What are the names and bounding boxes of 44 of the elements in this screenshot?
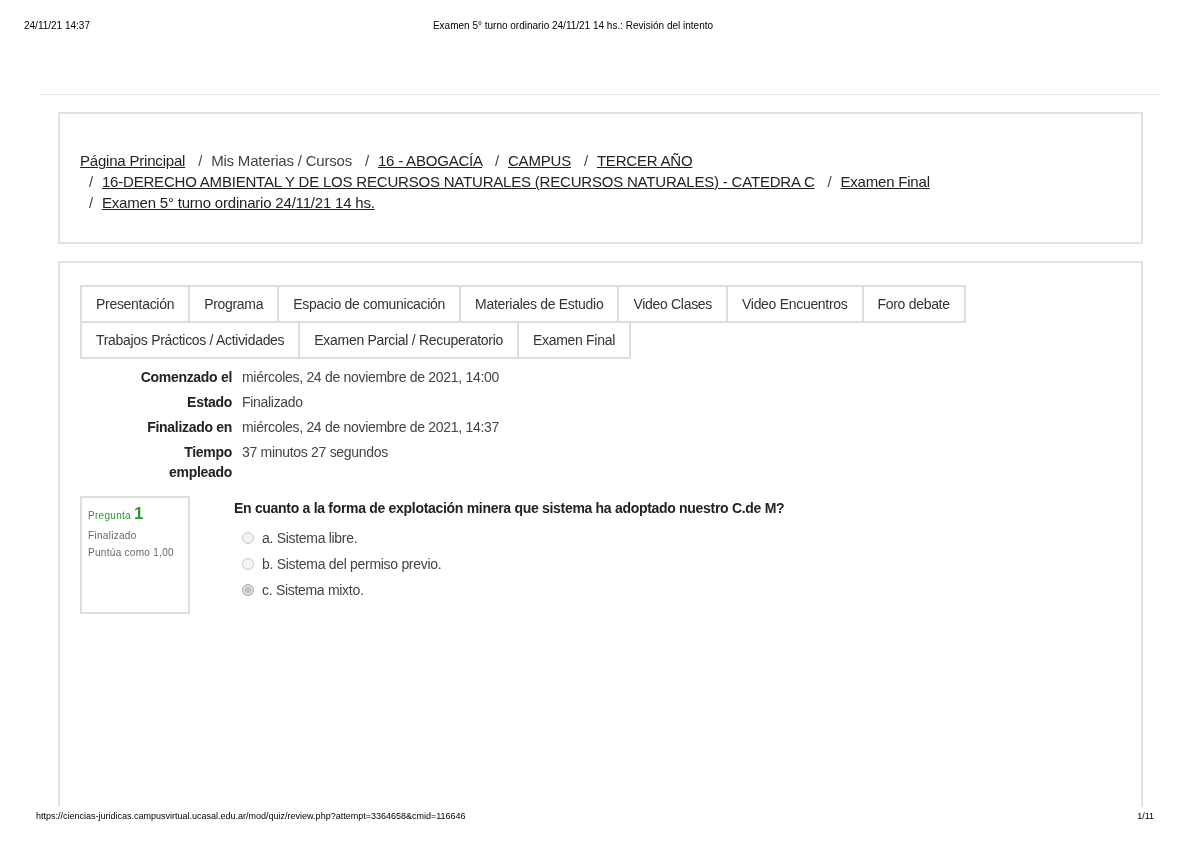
breadcrumb-separator: /	[364, 152, 369, 169]
answer-option: b. Sistema del permiso previo.	[262, 556, 442, 572]
summary-value: miércoles, 24 de noviembre de 2021, 14:00	[242, 368, 500, 387]
breadcrumb-link[interactable]: 16 - ABOGACÍA	[377, 152, 483, 169]
course-tab[interactable]: Video Clases	[617, 285, 729, 323]
question-state: Finalizado	[88, 530, 138, 541]
page-number: 1/11	[1137, 811, 1154, 821]
breadcrumb-link[interactable]: CAMPUS	[507, 152, 571, 169]
breadcrumb-separator: /	[89, 194, 93, 211]
breadcrumb-link[interactable]: Examen Final	[840, 173, 930, 190]
summary-label: Estado	[186, 393, 232, 412]
breadcrumb-link[interactable]: 16-DERECHO AMBIENTAL Y DE LOS RECURSOS NATURALES (RECURSOS NATURALES) - CATEDRA C	[101, 173, 815, 190]
answer-option: a. Sistema libre.	[262, 530, 358, 546]
summary-value: Finalizado	[242, 393, 304, 412]
breadcrumb-separator: /	[495, 152, 499, 169]
breadcrumb-link[interactable]: TERCER AÑO	[596, 152, 693, 169]
page-title: Examen 5° turno ordinario 24/11/21 14 hs.: Revisión del intento	[431, 20, 715, 33]
course-tab[interactable]: Trabajos Prácticos / Actividades	[80, 321, 301, 359]
question-number: 1	[134, 504, 144, 523]
question-heading: Pregunta	[88, 510, 131, 521]
summary-label: Finalizado en	[146, 418, 232, 437]
breadcrumb-link[interactable]: Examen 5° turno ordinario 24/11/21 14 hs.	[101, 194, 375, 211]
summary-value: miércoles, 24 de noviembre de 2021, 14:37	[242, 418, 500, 437]
course-tab[interactable]: Examen Final	[516, 321, 631, 359]
question-grade: Puntúa como 1,00	[88, 547, 175, 558]
print-date: 24/11/21 14:37	[24, 20, 90, 33]
breadcrumb-link[interactable]: Página Principal	[80, 152, 186, 169]
summary-label: Comenzado el	[139, 368, 232, 387]
page-url: https://ciencias-juridicas.campusvirtual.ucasal.edu.ar/mod/quiz/review.php?attempt=3364658&cmid=116646	[36, 811, 466, 821]
answer-option: c. Sistema mixto.	[262, 582, 364, 598]
breadcrumb-separator: /	[827, 173, 832, 190]
summary-value: 37 minutos 27 segundos	[242, 443, 389, 462]
question-text: En cuanto a la forma de explotación minera que sistema ha adoptado nuestro C.de M?	[234, 500, 785, 516]
course-tab[interactable]: Foro debate	[861, 285, 966, 323]
course-tab[interactable]: Presentación	[80, 285, 191, 323]
radio-button[interactable]	[242, 584, 254, 596]
breadcrumb-separator: /	[198, 152, 203, 169]
breadcrumb-separator: /	[89, 173, 93, 190]
breadcrumb-separator: /	[583, 152, 588, 169]
summary-label: Tiempo empleado	[168, 443, 232, 482]
course-tab[interactable]: Video Encuentros	[726, 285, 864, 323]
breadcrumb-text: Mis Materias / Cursos	[211, 152, 352, 169]
radio-button[interactable]	[242, 532, 254, 544]
radio-button[interactable]	[242, 558, 254, 570]
